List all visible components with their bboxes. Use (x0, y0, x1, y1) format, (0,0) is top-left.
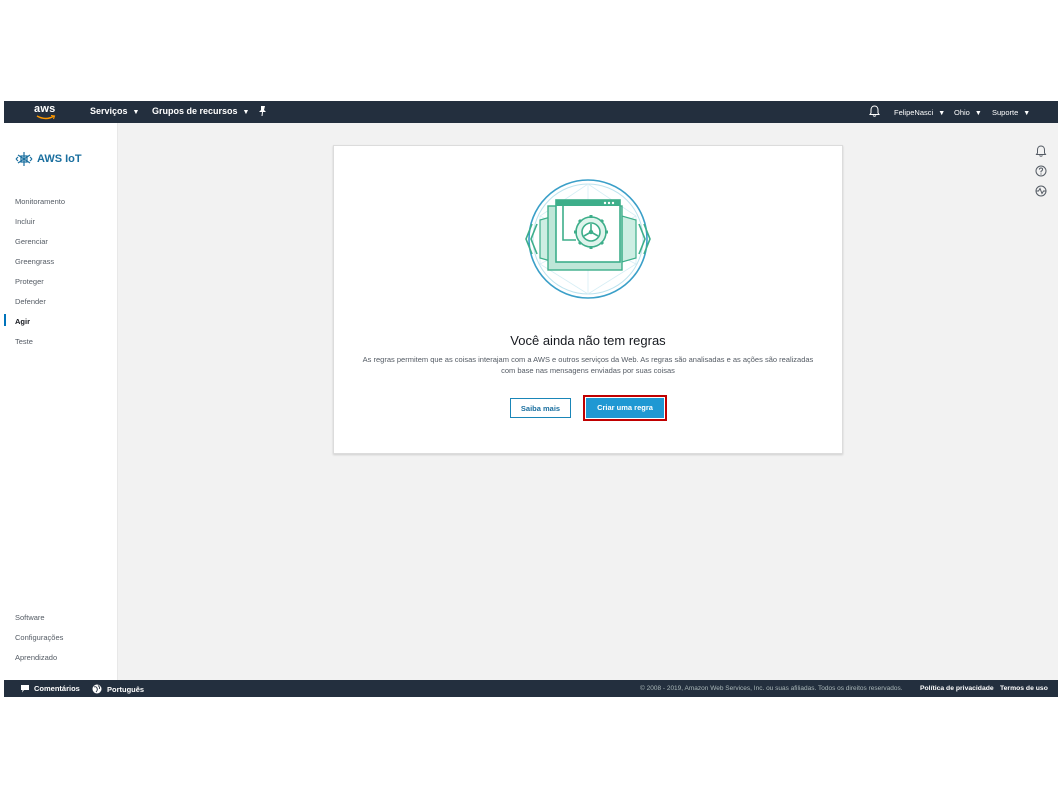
sidebar-item-monitoramento[interactable]: Monitoramento (15, 197, 65, 206)
privacy-link[interactable]: Política de privacidade (920, 685, 994, 692)
globe-icon (92, 684, 102, 694)
language-label: Português (107, 684, 145, 694)
sidebar-item-agir[interactable]: Agir (15, 317, 30, 326)
sidebar-item-defender[interactable]: Defender (15, 297, 46, 306)
help-icon[interactable] (1035, 165, 1047, 177)
sidebar-item-software[interactable]: Software (15, 613, 45, 622)
chevron-down-icon: ▼ (938, 110, 946, 117)
empty-state-description: As regras permitem que as coisas interaj… (354, 354, 822, 376)
bell-icon[interactable] (869, 105, 880, 117)
resource-groups-label: Grupos de recursos (152, 106, 238, 116)
sidebar: AWS IoT Monitoramento Incluir Gerenciar … (4, 123, 118, 680)
activity-icon[interactable] (1035, 185, 1047, 197)
sidebar-item-greengrass[interactable]: Greengrass (15, 257, 54, 266)
language-selector[interactable]: Português (92, 684, 144, 694)
sidebar-item-incluir[interactable]: Incluir (15, 217, 35, 226)
sidebar-item-teste[interactable]: Teste (15, 337, 33, 346)
description-line-1: As regras permitem que as coisas interaj… (362, 355, 814, 364)
support-menu[interactable]: Suporte ▼ (992, 108, 1030, 117)
empty-state-title: Você ainda não tem regras (510, 333, 666, 348)
learn-more-button[interactable]: Saiba mais (510, 398, 571, 418)
chevron-down-icon: ▼ (1023, 110, 1031, 117)
copyright-text: © 2008 - 2019, Amazon Web Services, Inc.… (640, 685, 903, 692)
create-rule-button[interactable]: Criar uma regra (586, 398, 664, 418)
chevron-down-icon: ▼ (974, 110, 982, 117)
sidebar-item-gerenciar[interactable]: Gerenciar (15, 237, 48, 246)
rules-illustration-icon (525, 179, 651, 299)
aws-logo[interactable]: aws (34, 103, 62, 120)
aws-smile-icon (36, 115, 56, 120)
services-label: Serviços (90, 106, 128, 116)
speech-bubble-icon (21, 685, 29, 693)
chevron-down-icon: ▼ (242, 109, 250, 116)
feedback-label: Comentários (34, 684, 80, 693)
region-menu[interactable]: Ohio ▼ (954, 108, 982, 117)
resource-groups-menu[interactable]: Grupos de recursos ▼ (152, 106, 249, 116)
description-line-2: com base nas mensagens enviadas por suas… (501, 366, 675, 375)
terms-link[interactable]: Termos de uso (1000, 685, 1048, 692)
chevron-down-icon: ▼ (132, 109, 140, 116)
support-label: Suporte (992, 108, 1019, 117)
brand-label: AWS IoT (37, 153, 82, 165)
region-label: Ohio (954, 108, 970, 117)
top-navigation-bar: aws Serviços ▼ Grupos de recursos ▼ Felipe… (4, 101, 1058, 123)
feedback-link[interactable]: Comentários (20, 684, 80, 693)
services-menu[interactable]: Serviços ▼ (90, 106, 139, 116)
empty-state-card: Você ainda não tem regras As regras perm… (333, 145, 843, 454)
footer-bar: Comentários Português © 2008 - 2019, Ama… (4, 680, 1058, 697)
sidebar-item-configuracoes[interactable]: Configurações (15, 633, 63, 642)
pushpin-icon[interactable] (258, 106, 267, 116)
active-indicator (4, 314, 6, 326)
aws-console: aws Serviços ▼ Grupos de recursos ▼ Felipe… (4, 101, 1058, 697)
sidebar-item-proteger[interactable]: Proteger (15, 277, 44, 286)
bell-icon[interactable] (1035, 145, 1047, 157)
aws-iot-icon (15, 152, 33, 166)
user-label: FelipeNasci (894, 108, 934, 117)
sidebar-item-aprendizado[interactable]: Aprendizado (15, 653, 57, 662)
service-brand[interactable]: AWS IoT (15, 151, 82, 167)
user-menu[interactable]: FelipeNasci ▼ (894, 108, 945, 117)
aws-logo-text: aws (34, 103, 56, 115)
